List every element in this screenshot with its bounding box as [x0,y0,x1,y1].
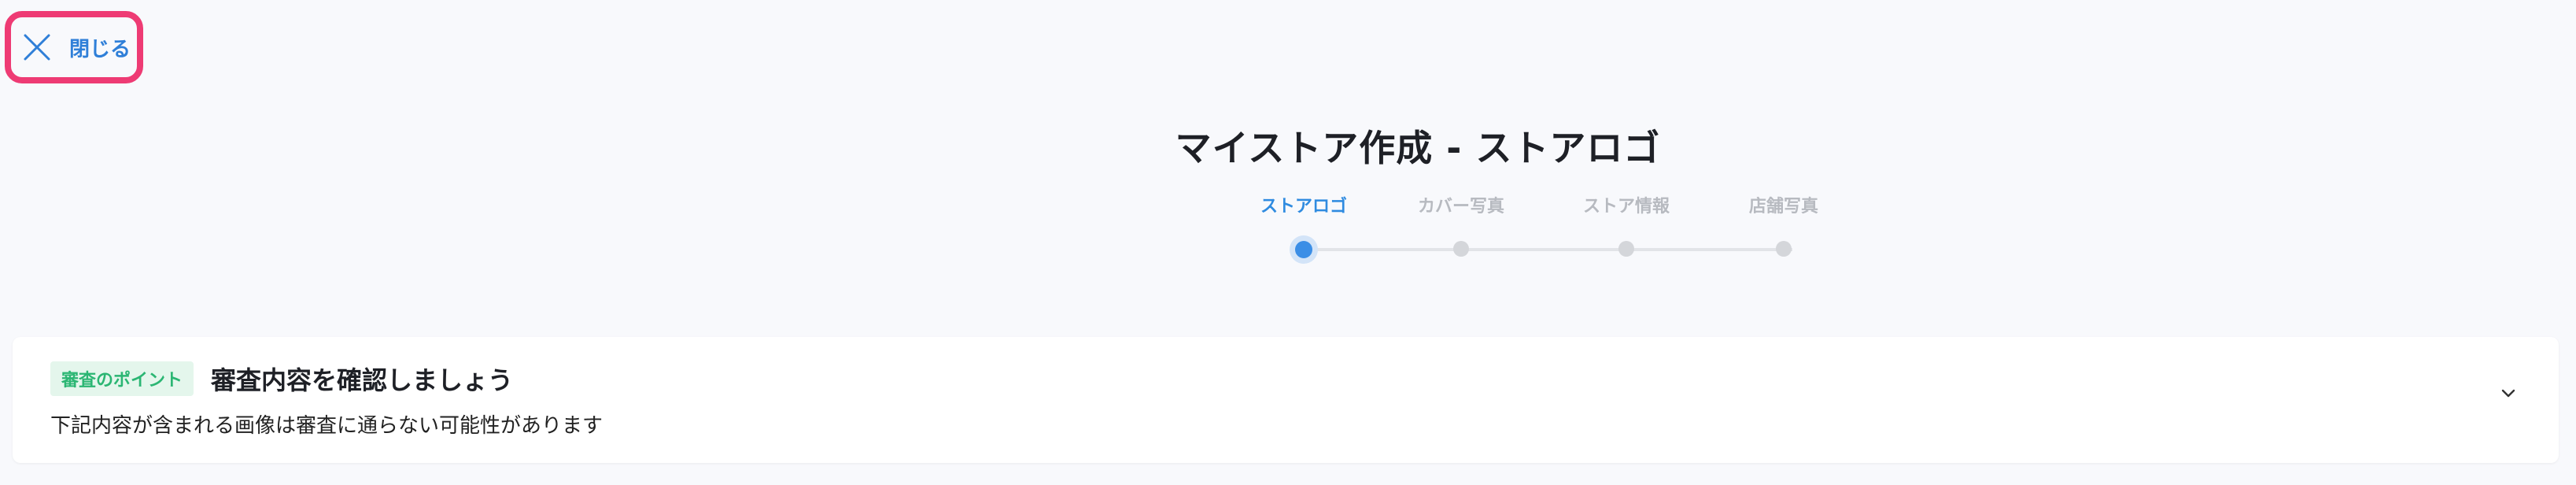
step-label: ストアロゴ [1260,197,1347,217]
review-badge: 審査のポイント [50,361,194,396]
step-store-logo: ストアロゴ [1237,192,1371,258]
step-cover-photo: カバー写真 [1394,192,1528,257]
chevron-down-icon[interactable] [2499,384,2518,403]
step-label: ストア情報 [1582,197,1670,217]
progress-stepper: ストアロゴ カバー写真 ストア情報 店舗写真 [1260,192,1818,263]
step-label: 店舗写真 [1748,197,1818,217]
review-points-card[interactable]: 審査のポイント 審査内容を確認しましょう 下記内容が含まれる画像は審査に通らない… [13,337,2559,463]
review-title: 審査内容を確認しましょう [211,365,514,395]
step-dot [1776,241,1792,257]
step-store-photos: 店舗写真 [1717,192,1851,257]
close-label: 閉じる [69,37,131,61]
close-icon [22,32,52,62]
review-header: 審査のポイント 審査内容を確認しましょう [50,361,513,397]
stepper-line [1305,248,1792,251]
page-title: マイストア作成 - ストアロゴ [1175,127,1661,169]
page-title-container: マイストア作成 - ストアロゴ [0,120,2576,172]
step-dot-active [1295,241,1312,258]
step-dot [1453,241,1469,257]
close-button[interactable]: 閉じる [5,11,143,83]
review-description: 下記内容が含まれる画像は審査に通らない可能性があります [50,414,603,438]
step-store-info: ストア情報 [1559,192,1693,257]
step-label: カバー写真 [1417,197,1504,217]
step-dot [1618,241,1634,257]
